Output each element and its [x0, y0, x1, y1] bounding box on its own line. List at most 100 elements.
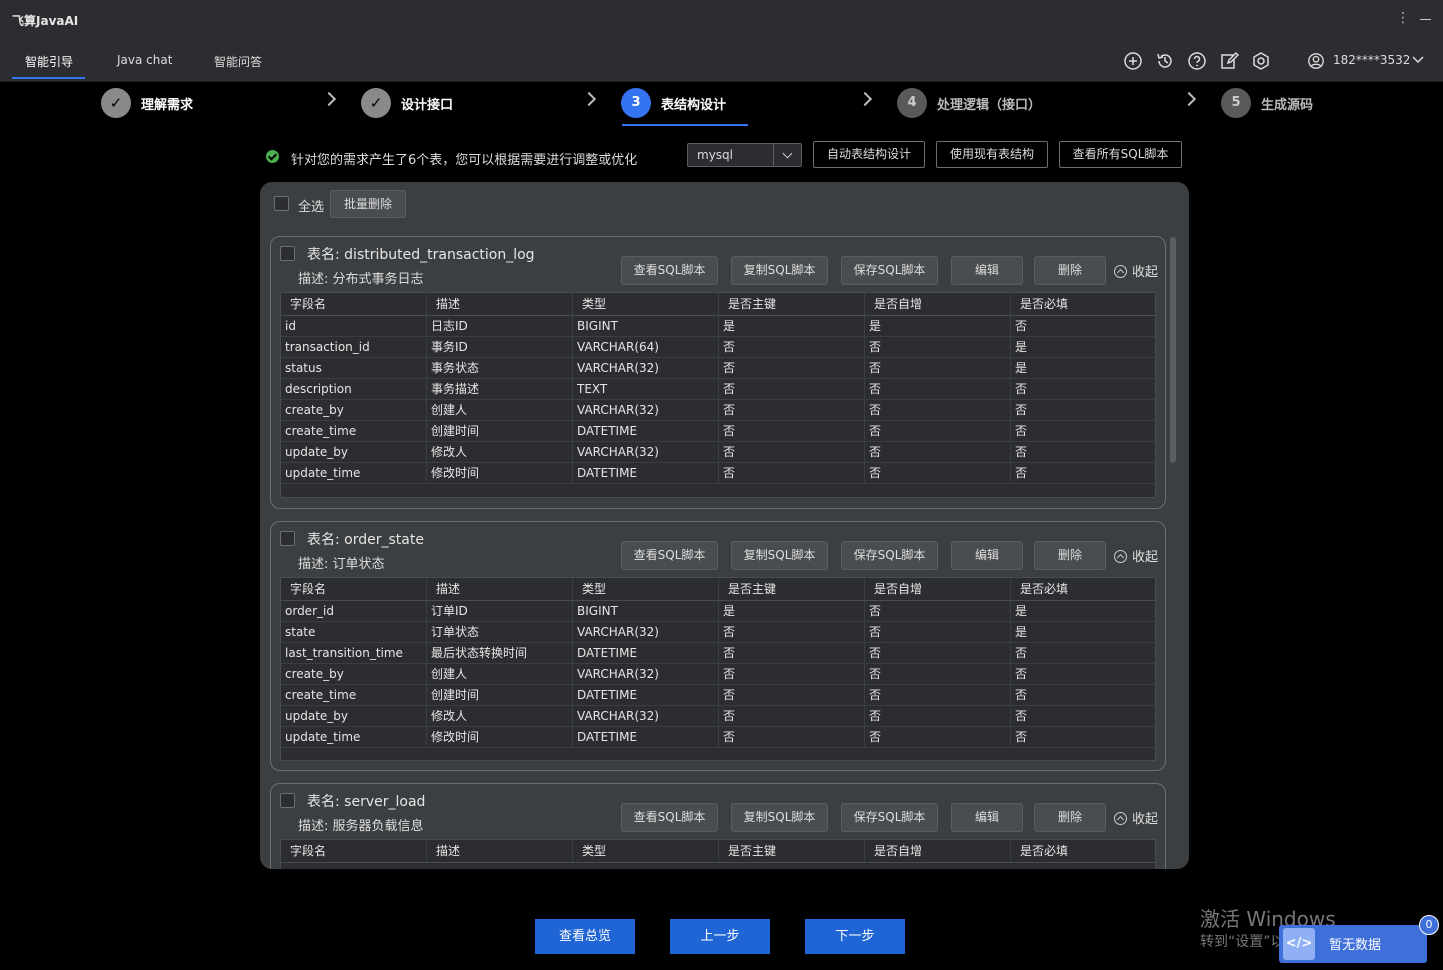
- collapse-icon: [1114, 265, 1127, 278]
- table-row: create_by 创建人 VARCHAR(32) 否否否: [281, 664, 1155, 685]
- table-cell: DATETIME: [573, 421, 719, 441]
- table-cell: 否: [1015, 667, 1028, 681]
- view-sql-button[interactable]: 查看SQL脚本: [621, 256, 718, 285]
- delete-button[interactable]: 删除: [1034, 803, 1106, 832]
- table-header: 字段名 描述 类型 是否主键 是否自增 是否必填: [281, 578, 1155, 601]
- settings-icon[interactable]: [1251, 51, 1271, 71]
- code-icon[interactable]: </>: [1283, 928, 1315, 960]
- table-cell: status: [281, 358, 427, 378]
- delete-button[interactable]: 删除: [1034, 256, 1106, 285]
- database-type-select[interactable]: mysql: [687, 143, 802, 167]
- database-type-value: mysql: [697, 148, 733, 162]
- tab-smart-guide[interactable]: 智能引导: [25, 53, 73, 70]
- table-cell: 修改人: [427, 706, 573, 726]
- tab-java-chat[interactable]: Java chat: [117, 53, 172, 67]
- table-cell: 是: [719, 316, 865, 336]
- step-done-check-icon: ✓: [101, 88, 131, 118]
- column-header: 字段名: [281, 293, 427, 315]
- table-cell: update_time: [281, 727, 427, 747]
- collapse-toggle[interactable]: 收起: [1114, 261, 1158, 280]
- table-select-checkbox[interactable]: [280, 531, 295, 546]
- table-cell: 否: [1015, 382, 1028, 396]
- table-row: create_by 创建人 VARCHAR(32) 否否否: [281, 400, 1155, 421]
- view-sql-button[interactable]: 查看SQL脚本: [621, 803, 718, 832]
- save-sql-button[interactable]: 保存SQL脚本: [841, 803, 938, 832]
- table-cell: 修改时间: [427, 727, 573, 747]
- edit-button[interactable]: 编辑: [951, 541, 1023, 570]
- table-cell: 否: [719, 463, 865, 483]
- save-sql-button[interactable]: 保存SQL脚本: [841, 541, 938, 570]
- table-cell: 否: [865, 337, 1011, 357]
- plus-circle-icon[interactable]: [1123, 51, 1143, 71]
- table-cell: 否: [719, 421, 865, 441]
- history-icon[interactable]: [1155, 51, 1175, 71]
- table-cell: 订单状态: [427, 622, 573, 642]
- tab-smart-qa[interactable]: 智能问答: [214, 53, 262, 70]
- table-cell: 否: [865, 685, 1011, 705]
- table-cell: 否: [719, 622, 865, 642]
- delete-button[interactable]: 删除: [1034, 541, 1106, 570]
- table-body: id 日志ID BIGINT 是是否 transaction_id 事务ID VARCHAR…: [281, 316, 1155, 484]
- table-cell: 否: [865, 643, 1011, 663]
- help-icon[interactable]: [1187, 51, 1207, 71]
- step-label: 表结构设计: [661, 98, 727, 113]
- collapse-label: 收起: [1132, 812, 1159, 827]
- column-header: 是否必填: [1020, 297, 1069, 311]
- collapse-icon: [1114, 812, 1127, 825]
- copy-sql-button[interactable]: 复制SQL脚本: [731, 803, 828, 832]
- field-table: 字段名 描述 类型 是否主键 是否自增 是否必填: [280, 839, 1156, 869]
- batch-delete-button[interactable]: 批量删除: [330, 190, 406, 218]
- table-cell: 否: [719, 337, 865, 357]
- table-cell: 否: [719, 643, 865, 663]
- step-label: 处理逻辑（接口）: [937, 98, 1042, 113]
- table-cell: 否: [1015, 466, 1028, 480]
- copy-sql-button[interactable]: 复制SQL脚本: [731, 256, 828, 285]
- table-select-checkbox[interactable]: [280, 793, 295, 808]
- view-overview-button[interactable]: 查看总览: [535, 919, 635, 954]
- table-cell: 否: [719, 358, 865, 378]
- table-cell: 是: [1015, 361, 1028, 375]
- table-cell: update_by: [281, 442, 427, 462]
- panel-scrollbar[interactable]: [1170, 237, 1176, 463]
- table-cell: 是: [1015, 604, 1028, 618]
- table-name: 表名: distributed_transaction_log: [307, 247, 535, 263]
- table-cell: 否: [719, 664, 865, 684]
- table-row: update_time 修改时间 DATETIME 否否否: [281, 463, 1155, 484]
- save-sql-button[interactable]: 保存SQL脚本: [841, 256, 938, 285]
- auto-design-button[interactable]: 自动表结构设计: [813, 141, 925, 168]
- table-description: 描述: 分布式事务日志: [298, 272, 424, 287]
- column-header: 是否自增: [865, 840, 1011, 862]
- select-all-checkbox[interactable]: [274, 196, 289, 211]
- edit-button[interactable]: 编辑: [951, 256, 1023, 285]
- edit-button[interactable]: 编辑: [951, 803, 1023, 832]
- table-select-checkbox[interactable]: [280, 246, 295, 261]
- previous-step-button[interactable]: 上一步: [670, 919, 770, 954]
- column-header: 描述: [427, 578, 573, 600]
- chevron-right-icon: [1181, 91, 1197, 107]
- table-row: description 事务描述 TEXT 否否否: [281, 379, 1155, 400]
- table-cell: update_by: [281, 706, 427, 726]
- view-all-sql-button[interactable]: 查看所有SQL脚本: [1059, 141, 1182, 168]
- table-cell: order_id: [281, 601, 427, 621]
- collapse-toggle[interactable]: 收起: [1114, 808, 1158, 827]
- minimize-icon[interactable]: [1420, 10, 1432, 24]
- more-options-icon[interactable]: ⋮: [1396, 10, 1410, 26]
- collapse-toggle[interactable]: 收起: [1114, 546, 1158, 565]
- success-check-icon: [266, 150, 279, 163]
- table-cell: VARCHAR(32): [573, 400, 719, 420]
- table-cell: DATETIME: [573, 685, 719, 705]
- use-existing-schema-button[interactable]: 使用现有表结构: [936, 141, 1048, 168]
- next-step-button[interactable]: 下一步: [805, 919, 905, 954]
- table-cell: VARCHAR(64): [573, 337, 719, 357]
- chevron-down-icon: [773, 144, 801, 166]
- table-cell: create_by: [281, 400, 427, 420]
- table-cell: 否: [865, 421, 1011, 441]
- table-cell: 创建时间: [427, 421, 573, 441]
- column-header: 是否自增: [865, 293, 1011, 315]
- copy-sql-button[interactable]: 复制SQL脚本: [731, 541, 828, 570]
- table-cell: 否: [1015, 688, 1028, 702]
- edit-icon[interactable]: [1219, 51, 1239, 71]
- user-name: 182****3532: [1333, 53, 1411, 67]
- column-header: 字段名: [281, 840, 427, 862]
- view-sql-button[interactable]: 查看SQL脚本: [621, 541, 718, 570]
